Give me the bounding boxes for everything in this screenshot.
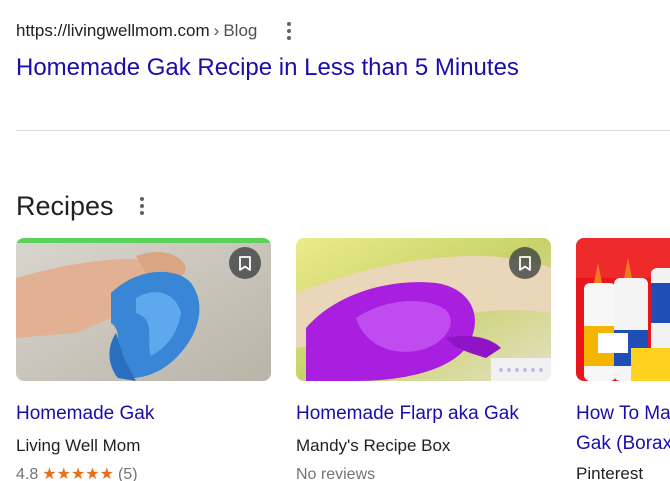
recipe-thumbnail	[16, 238, 271, 381]
divider	[16, 130, 670, 131]
recipe-title-link[interactable]: Homemade Flarp aka Gak	[296, 401, 551, 427]
recipe-thumbnail	[576, 238, 670, 381]
more-options-icon[interactable]	[279, 20, 299, 42]
recipe-title-link-line2[interactable]: Gak (Borax	[576, 429, 670, 459]
breadcrumb-separator: ›	[213, 21, 220, 40]
save-recipe-button[interactable]	[509, 247, 541, 279]
recipe-carousel: Homemade Gak Living Well Mom 4.8 ★★★★★ (…	[16, 238, 670, 481]
save-recipe-button[interactable]	[229, 247, 261, 279]
more-options-icon[interactable]	[132, 195, 152, 217]
recipe-rating: No reviews	[296, 465, 551, 481]
recipe-title-link[interactable]: How To Ma	[576, 399, 670, 429]
recipe-source: Mandy's Recipe Box	[296, 436, 451, 455]
recipe-source: Pinterest	[576, 464, 644, 481]
bookmark-icon	[519, 255, 531, 271]
recipe-title-link[interactable]: Homemade Gak	[16, 401, 271, 427]
review-count: (5)	[117, 466, 138, 481]
recipes-header: Recipes	[16, 188, 152, 224]
rating-value: 4.8	[16, 466, 39, 481]
search-result: https://livingwellmom.com › Blog Homemad…	[16, 18, 656, 83]
recipe-card[interactable]: How To Ma Gak (Borax Pinterest	[576, 238, 670, 481]
result-path: Blog	[223, 21, 258, 40]
review-status: No reviews	[296, 466, 376, 481]
glue-bottles-image	[576, 238, 670, 381]
recipe-source: Living Well Mom	[16, 436, 141, 455]
recipe-card[interactable]: Homemade Flarp aka Gak Mandy's Recipe Bo…	[296, 238, 551, 481]
bookmark-icon	[239, 255, 251, 271]
star-rating-icon: ★★★★★	[42, 466, 114, 481]
recipe-rating: 4.8 ★★★★★ (5)	[16, 465, 271, 481]
recipe-card[interactable]: Homemade Gak Living Well Mom 4.8 ★★★★★ (…	[16, 238, 271, 481]
section-title: Recipes	[16, 190, 114, 221]
result-breadcrumb: https://livingwellmom.com › Blog	[16, 18, 656, 44]
result-url[interactable]: https://livingwellmom.com	[16, 21, 210, 41]
recipe-thumbnail	[296, 238, 551, 381]
result-title-link[interactable]: Homemade Gak Recipe in Less than 5 Minut…	[16, 53, 656, 83]
